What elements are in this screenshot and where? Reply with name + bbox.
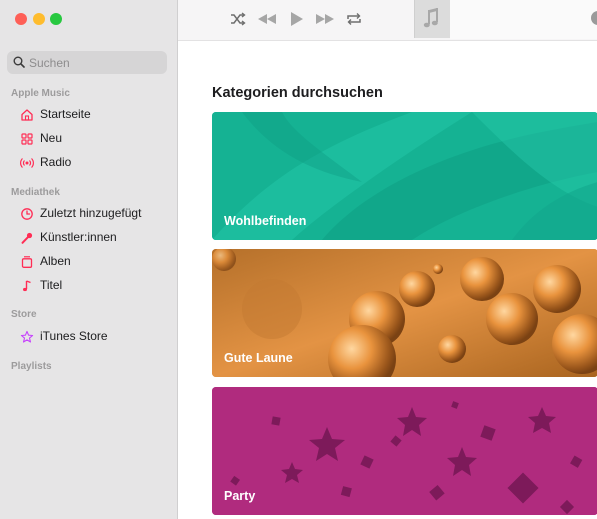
- sidebar-item-itunes-store[interactable]: iTunes Store: [14, 326, 172, 348]
- account-avatar[interactable]: [591, 11, 597, 25]
- page-title: Kategorien durchsuchen: [212, 85, 383, 101]
- microphone-icon: [21, 232, 33, 244]
- search-input[interactable]: [29, 53, 159, 72]
- sidebar-item-label: iTunes Store: [40, 329, 108, 343]
- main-content: Kategorien durchsuchen Wohlbefinden Gute…: [178, 0, 597, 519]
- zoom-window-button[interactable]: [50, 13, 62, 25]
- category-card-wohlbefinden[interactable]: Wohlbefinden: [212, 112, 597, 240]
- shuffle-icon[interactable]: [228, 10, 248, 28]
- category-label: Wohlbefinden: [224, 214, 307, 228]
- radio-waves-icon: [20, 158, 34, 168]
- category-label: Gute Laune: [224, 351, 293, 365]
- sidebar-item-alben[interactable]: Alben: [14, 251, 172, 273]
- previous-icon[interactable]: [256, 10, 278, 28]
- sidebar-item-label: Alben: [40, 254, 71, 268]
- sidebar-item-titel[interactable]: Titel: [14, 275, 172, 297]
- album-stack-icon: [21, 256, 33, 268]
- close-window-button[interactable]: [15, 13, 27, 25]
- music-note-icon: [23, 280, 31, 292]
- search-field[interactable]: [7, 51, 167, 74]
- search-icon: [13, 56, 25, 68]
- sidebar-item-zuletzt-hinzugefuegt[interactable]: Zuletzt hinzugefügt: [14, 203, 172, 225]
- section-title-apple-music: Apple Music: [11, 88, 70, 99]
- sidebar-item-label: Radio: [40, 155, 72, 169]
- confetti-texture-image: [212, 387, 597, 515]
- sidebar-item-startseite[interactable]: Startseite: [14, 104, 172, 126]
- repeat-icon[interactable]: [344, 10, 364, 28]
- next-icon[interactable]: [314, 10, 336, 28]
- star-icon: [20, 330, 34, 343]
- playback-toolbar: [178, 0, 597, 41]
- sidebar-item-label: Neu: [40, 131, 63, 145]
- category-card-party[interactable]: Party: [212, 387, 597, 515]
- now-playing-artwork[interactable]: [414, 0, 451, 38]
- sidebar-item-label: Startseite: [40, 107, 91, 121]
- clock-icon: [21, 208, 33, 220]
- category-card-gute-laune[interactable]: Gute Laune: [212, 249, 597, 377]
- grid-icon: [21, 133, 33, 145]
- section-title-playlists[interactable]: Playlists: [11, 361, 52, 372]
- sidebar: Apple Music Startseite Neu Radio Mediath…: [0, 0, 178, 519]
- house-icon: [21, 109, 33, 121]
- section-title-store: Store: [11, 309, 37, 320]
- category-label: Party: [224, 489, 256, 503]
- now-playing-display: [450, 0, 597, 39]
- section-title-mediathek: Mediathek: [11, 187, 60, 198]
- music-note-placeholder-icon: [423, 8, 438, 28]
- sidebar-item-radio[interactable]: Radio: [14, 152, 172, 174]
- play-icon[interactable]: [286, 10, 306, 28]
- sidebar-item-neu[interactable]: Neu: [14, 128, 172, 150]
- sidebar-item-label: Künstler:innen: [40, 230, 117, 244]
- minimize-window-button[interactable]: [33, 13, 45, 25]
- sidebar-item-kuenstler[interactable]: Künstler:innen: [14, 227, 172, 249]
- sidebar-item-label: Zuletzt hinzugefügt: [40, 206, 142, 220]
- sidebar-item-label: Titel: [40, 278, 63, 292]
